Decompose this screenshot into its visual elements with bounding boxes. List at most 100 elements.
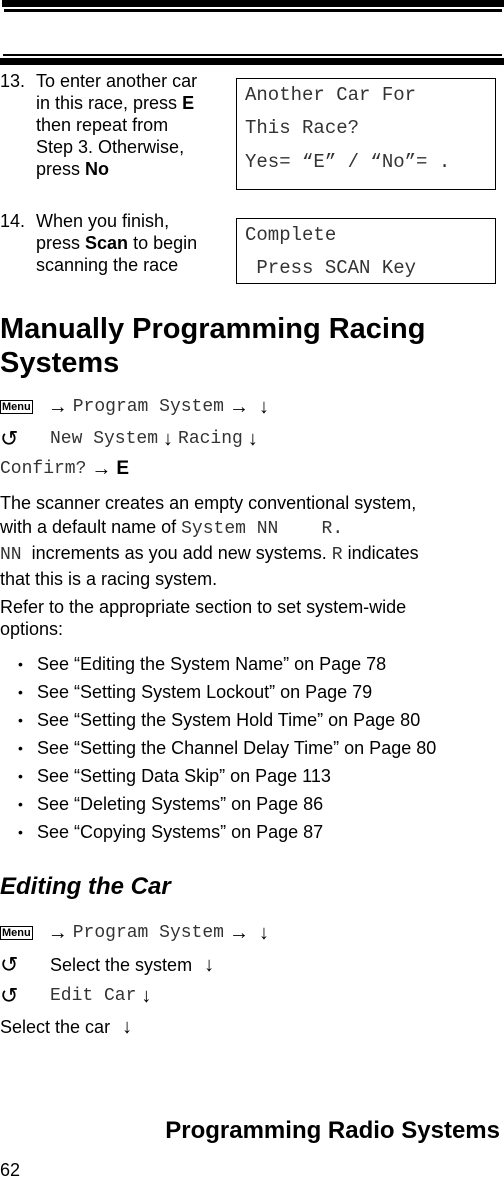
step-text: press <box>36 233 86 253</box>
lcd-line: Complete <box>245 224 337 246</box>
arrow-right-icon: → <box>47 921 68 944</box>
key-sequence-line-1: Menu → Program System → ↓ <box>0 394 274 420</box>
step-text-line: press No <box>36 158 197 180</box>
section-title-line1: Manually Programming Racing <box>0 313 426 345</box>
arrow-down-icon: ↓ <box>163 427 174 450</box>
header-rule-thick-top <box>2 0 504 7</box>
step-13-text: To enter another car in this race, press … <box>36 70 197 180</box>
code-nn: NN <box>0 545 22 565</box>
cross-reference-link: See “Editing the System Name” on Page 78 <box>37 654 387 674</box>
bullet-icon: • <box>18 712 23 728</box>
step-text-line: scanning the race <box>36 254 197 276</box>
list-item: • See “Setting the System Hold Time” on P… <box>0 706 436 734</box>
step-text-line: Step 3. Otherwise, <box>36 136 197 158</box>
step-number: 13. <box>0 71 26 91</box>
list-item: • See “Setting the Channel Delay Time” on… <box>0 734 436 762</box>
para-line: Refer to the appropriate section to set … <box>0 597 407 617</box>
menu-key-icon: Menu <box>0 926 33 940</box>
menu-item-new-system: New System <box>50 429 159 449</box>
arrow-down-icon: ↓ <box>258 921 269 944</box>
arrow-down-icon: ↓ <box>204 953 215 976</box>
para-text: increments as you add new systems. <box>21 543 332 563</box>
menu-item-program-system: Program System <box>72 923 224 943</box>
bullet-icon: • <box>18 768 23 784</box>
key-name: Scan <box>85 233 129 253</box>
instruction-select-system: Select the system <box>50 954 193 975</box>
para-text: with a default name of <box>0 517 182 537</box>
para-line: options: <box>0 619 64 639</box>
key-e: E <box>116 458 130 479</box>
lcd-display-another-car: Another Car For This Race? Yes= “E” / “N… <box>236 78 496 190</box>
step-14-text: When you finish, press Scan to begin scann… <box>36 210 197 276</box>
arrow-right-icon: → <box>47 395 68 418</box>
cross-reference-link: See “Setting the System Hold Time” on Pa… <box>37 710 421 730</box>
step-text: When you finish, <box>36 211 170 231</box>
list-item: • See “Deleting Systems” on Page 86 <box>0 790 436 818</box>
step-text: in this race, press <box>36 93 183 113</box>
step-text: to begin <box>128 233 198 253</box>
cross-reference-link: See “Setting Data Skip” on Page 113 <box>37 766 331 786</box>
header-rule-thin-bottom <box>3 54 502 56</box>
default-system-name: System NN R. <box>181 519 344 539</box>
edit-car-sequence-line-4: Select the car ↓ <box>0 1014 137 1040</box>
step-text: To enter another car <box>36 71 198 91</box>
list-item: • See “Editing the System Name” on Page 7… <box>0 650 436 678</box>
list-item: • See “Setting Data Skip” on Page 113 <box>0 762 436 790</box>
bullet-icon: • <box>18 684 23 700</box>
lcd-line: Yes= “E” / “No”= . <box>245 151 451 173</box>
step-text: then repeat from <box>36 115 169 135</box>
key-name: No <box>85 159 110 179</box>
paragraph-system-name: The scanner creates an empty conventiona… <box>0 491 419 591</box>
arrow-down-icon: ↓ <box>258 395 269 418</box>
step-text-line: To enter another car <box>36 70 197 92</box>
rotate-knob-icon: ↺ <box>0 426 19 451</box>
paragraph-refer: Refer to the appropriate section to set … <box>0 596 406 640</box>
menu-item-racing: Racing <box>178 429 243 449</box>
header-rule-thick-bottom <box>0 58 504 65</box>
para-line: The scanner creates an empty conventiona… <box>0 493 417 513</box>
para-line: that this is a racing system. <box>0 569 218 589</box>
step-number: 14. <box>0 211 26 231</box>
step-14: 14. When you finish, press Scan to begin s… <box>0 210 230 280</box>
header-rule-thin-top <box>4 9 502 12</box>
step-13: 13. To enter another car in this race, pr… <box>0 70 230 185</box>
chapter-title: Programming Radio Systems <box>165 1117 500 1144</box>
key-sequence-line-2: ↺ New System ↓ Racing ↓ <box>0 426 263 452</box>
menu-item-confirm: Confirm? <box>0 459 87 479</box>
lcd-display-complete: Complete Press SCAN Key <box>236 218 496 284</box>
edit-car-sequence-line-2: ↺ Select the system ↓ <box>0 952 219 978</box>
lcd-line: Another Car For <box>245 84 417 106</box>
bullet-icon: • <box>18 656 23 672</box>
bullet-icon: • <box>18 740 23 756</box>
para-line: NN increments as you add new systems. R … <box>0 541 419 567</box>
para-text: indicates <box>342 543 419 563</box>
bullet-icon: • <box>18 796 23 812</box>
lcd-line: Press SCAN Key <box>245 257 417 279</box>
cross-reference-link: See “Deleting Systems” on Page 86 <box>37 794 324 814</box>
edit-car-sequence-line-1: Menu → Program System → ↓ <box>0 920 274 946</box>
step-text-line: then repeat from <box>36 114 197 136</box>
step-text: Step 3. Otherwise, <box>36 137 185 157</box>
key-name: E <box>182 93 195 113</box>
code-r: R <box>331 545 343 565</box>
lcd-line: This Race? <box>245 117 360 139</box>
para-line: with a default name of System NN R. <box>0 515 419 541</box>
cross-reference-link: See “Setting the Channel Delay Time” on … <box>37 738 437 758</box>
menu-item-program-system: Program System <box>72 397 224 417</box>
cross-reference-link: See “Setting System Lockout” on Page 79 <box>37 682 373 702</box>
key-sequence-line-3: Confirm? → E <box>0 456 129 482</box>
step-text: press <box>36 159 86 179</box>
step-text-line: in this race, press E <box>36 92 197 114</box>
section-title: Manually Programming Racing Systems <box>0 312 425 380</box>
list-item: • See “Copying Systems” on Page 87 <box>0 818 436 846</box>
edit-car-sequence-line-3: ↺ Edit Car ↓ <box>0 983 156 1009</box>
step-text: scanning the race <box>36 255 179 275</box>
list-item: • See “Setting System Lockout” on Page 79 <box>0 678 436 706</box>
arrow-right-icon: → <box>91 457 112 480</box>
step-text-line: When you finish, <box>36 210 197 232</box>
arrow-down-icon: ↓ <box>122 1015 133 1038</box>
arrow-right-icon: → <box>228 395 249 418</box>
arrow-right-icon: → <box>228 921 249 944</box>
menu-key-icon: Menu <box>0 400 33 414</box>
instruction-select-car: Select the car <box>0 1016 111 1037</box>
